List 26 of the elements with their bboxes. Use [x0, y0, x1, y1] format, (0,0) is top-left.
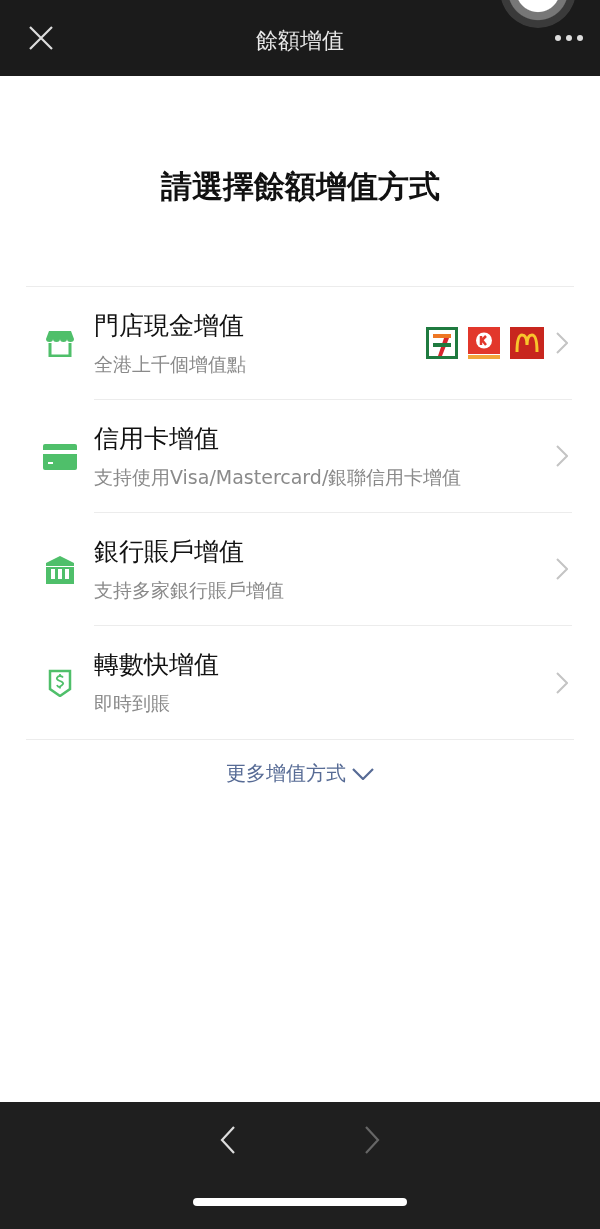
- storefront-icon: [46, 330, 74, 357]
- bank-icon: [46, 555, 74, 584]
- fast-food-logo: [510, 327, 544, 359]
- chevron-right-icon: [556, 671, 568, 694]
- convenience-store-logo: [426, 327, 458, 359]
- method-title: 轉數快增值: [94, 649, 220, 681]
- more-options-button[interactable]: [554, 34, 584, 42]
- dollar-shield-icon: [48, 668, 72, 697]
- circle-store-logo: [468, 327, 500, 359]
- chevron-right-icon: [556, 332, 568, 354]
- method-title: 銀行賬戶增值: [94, 535, 245, 568]
- method-description: 支持使用Visa/Mastercard/銀聯信用卡增值: [94, 464, 463, 490]
- chevron-right-icon: [556, 558, 568, 580]
- method-description: 即時到賬: [94, 691, 171, 716]
- page-title: 餘額增值: [256, 28, 344, 53]
- back-button[interactable]: [220, 1126, 236, 1154]
- method-title: 門店現金增值: [94, 309, 245, 342]
- close-button[interactable]: [28, 25, 54, 51]
- more-methods-link[interactable]: 更多增值方式: [226, 760, 374, 787]
- page-heading: 請選擇餘額增值方式: [159, 167, 441, 206]
- credit-card-icon: [43, 443, 77, 470]
- method-title: 信用卡增值: [94, 422, 220, 455]
- chevron-down-icon: [352, 767, 374, 780]
- method-description: 全港上千個增值點: [94, 351, 247, 377]
- chevron-right-icon: [556, 445, 568, 467]
- method-description: 支持多家銀行賬戶增值: [94, 577, 285, 603]
